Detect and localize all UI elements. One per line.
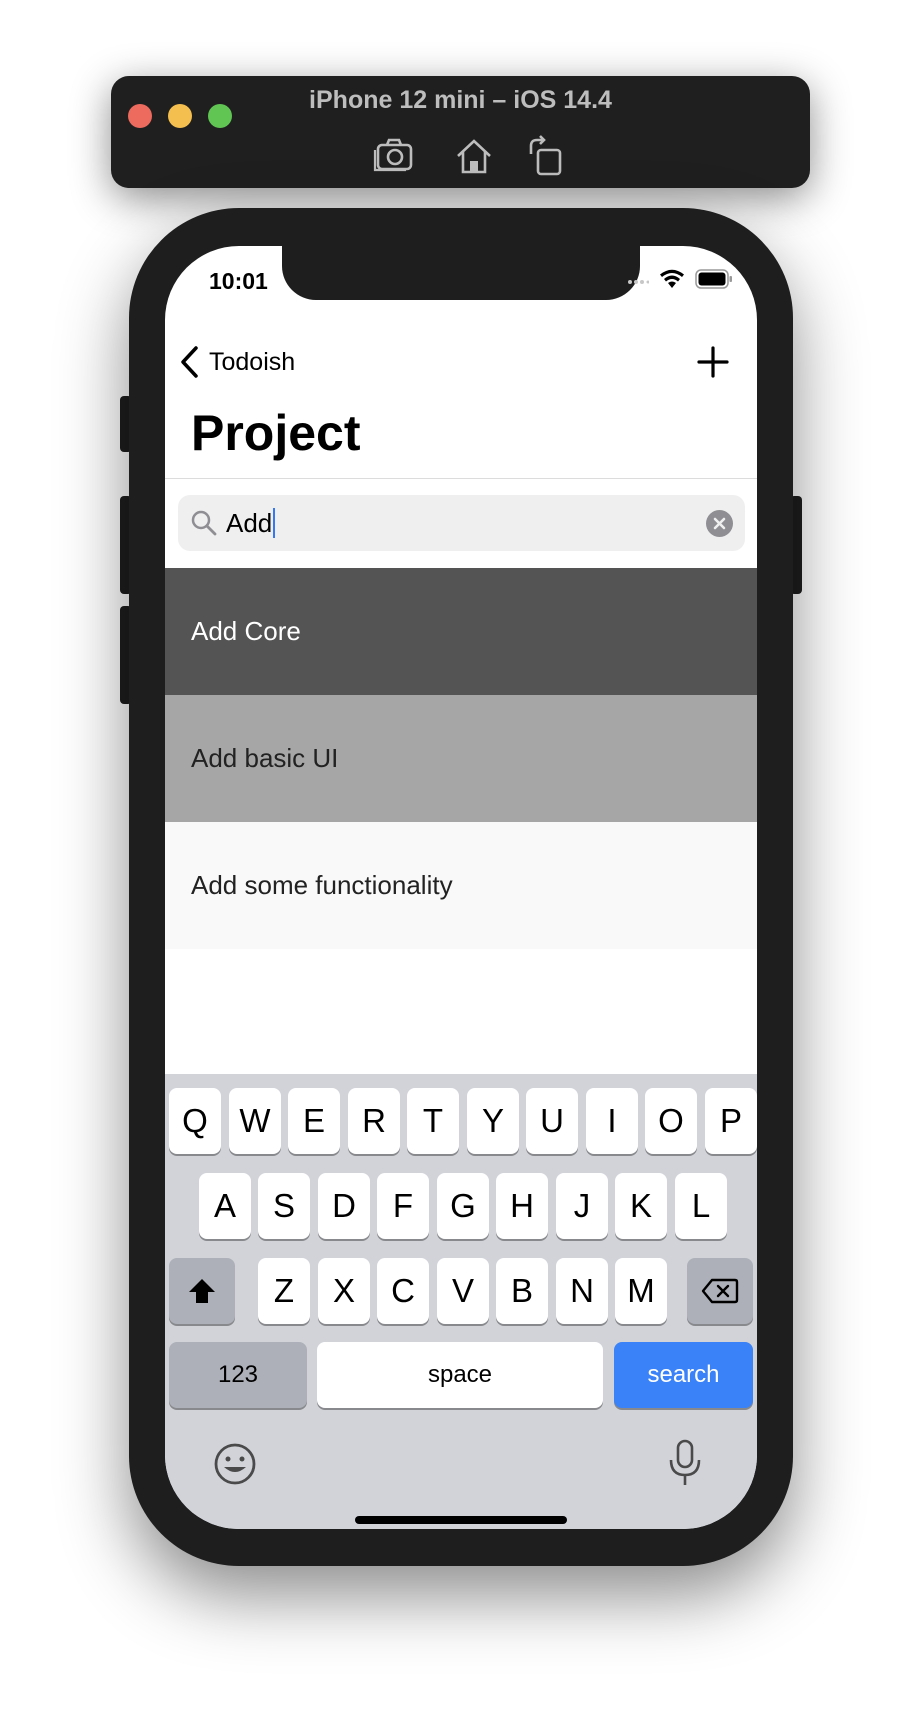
- key-u[interactable]: U: [526, 1088, 578, 1154]
- signal-icon: [627, 272, 650, 290]
- key-e[interactable]: E: [288, 1088, 340, 1154]
- key-l[interactable]: L: [675, 1173, 727, 1239]
- delete-icon: [701, 1278, 739, 1304]
- shift-key[interactable]: [169, 1258, 235, 1324]
- space-key[interactable]: space: [317, 1342, 603, 1408]
- key-h[interactable]: H: [496, 1173, 548, 1239]
- back-button-label: Todoish: [209, 347, 296, 376]
- list-item[interactable]: Add Core: [165, 568, 757, 695]
- key-b[interactable]: B: [496, 1258, 548, 1324]
- emoji-icon: [214, 1443, 256, 1485]
- key-t[interactable]: T: [407, 1088, 459, 1154]
- key-s[interactable]: S: [258, 1173, 310, 1239]
- key-i[interactable]: I: [586, 1088, 638, 1154]
- simulator-stage: iPhone 12 mini – iOS 14.4 10:01 Todoish …: [0, 0, 922, 1714]
- key-j[interactable]: J: [556, 1173, 608, 1239]
- search-icon: [191, 510, 217, 536]
- key-g[interactable]: G: [437, 1173, 489, 1239]
- clear-icon: [713, 517, 726, 530]
- key-f[interactable]: F: [377, 1173, 429, 1239]
- nav-divider: [165, 478, 757, 479]
- search-input-value: Add: [226, 508, 273, 538]
- key-a[interactable]: A: [199, 1173, 251, 1239]
- key-r[interactable]: R: [348, 1088, 400, 1154]
- search-key[interactable]: search: [614, 1342, 753, 1408]
- key-y[interactable]: Y: [467, 1088, 519, 1154]
- add-button[interactable]: [693, 342, 733, 382]
- keyboard: Q W E R T Y U I O P A S D F G H J K L Z …: [165, 1074, 757, 1529]
- phone-screen: 10:01 Todoish Project Add Add Core Add b…: [165, 246, 757, 1529]
- home-indicator: [355, 1516, 567, 1524]
- list-item-label: Add Core: [191, 616, 301, 646]
- list-item-label: Add basic UI: [191, 743, 339, 773]
- simulator-title: iPhone 12 mini – iOS 14.4: [309, 86, 612, 114]
- microphone-icon: [669, 1439, 701, 1485]
- notch: [282, 246, 640, 300]
- key-k[interactable]: K: [615, 1173, 667, 1239]
- key-q[interactable]: Q: [169, 1088, 221, 1154]
- numbers-key[interactable]: 123: [169, 1342, 307, 1408]
- back-button[interactable]: Todoish: [177, 342, 295, 382]
- key-d[interactable]: D: [318, 1173, 370, 1239]
- wifi-icon: [659, 269, 685, 294]
- home-icon[interactable]: [452, 134, 496, 178]
- chevron-left-icon: [181, 346, 198, 378]
- text-caret: [273, 508, 276, 538]
- list-item[interactable]: Add some functionality: [165, 822, 757, 949]
- plus-icon: [697, 346, 729, 378]
- list-item[interactable]: Add basic UI: [165, 695, 757, 822]
- delete-key[interactable]: [687, 1258, 753, 1324]
- key-x[interactable]: X: [318, 1258, 370, 1324]
- battery-icon: [695, 268, 733, 294]
- dictation-button[interactable]: [667, 1438, 703, 1488]
- status-icons: [627, 268, 733, 294]
- key-z[interactable]: Z: [258, 1258, 310, 1324]
- shift-icon: [189, 1279, 215, 1303]
- key-w[interactable]: W: [229, 1088, 281, 1154]
- search-field[interactable]: Add: [178, 495, 745, 551]
- key-c[interactable]: C: [377, 1258, 429, 1324]
- emoji-button[interactable]: [213, 1442, 257, 1486]
- search-input[interactable]: Add: [226, 508, 276, 539]
- status-time: 10:01: [209, 268, 268, 294]
- screenshot-icon[interactable]: [372, 134, 416, 178]
- page-title: Project: [191, 405, 361, 461]
- rotate-icon[interactable]: [524, 134, 568, 178]
- key-n[interactable]: N: [556, 1258, 608, 1324]
- key-v[interactable]: V: [437, 1258, 489, 1324]
- key-o[interactable]: O: [645, 1088, 697, 1154]
- key-p[interactable]: P: [705, 1088, 757, 1154]
- list-item-label: Add some functionality: [191, 870, 453, 900]
- clear-search-button[interactable]: [706, 510, 733, 537]
- key-m[interactable]: M: [615, 1258, 667, 1324]
